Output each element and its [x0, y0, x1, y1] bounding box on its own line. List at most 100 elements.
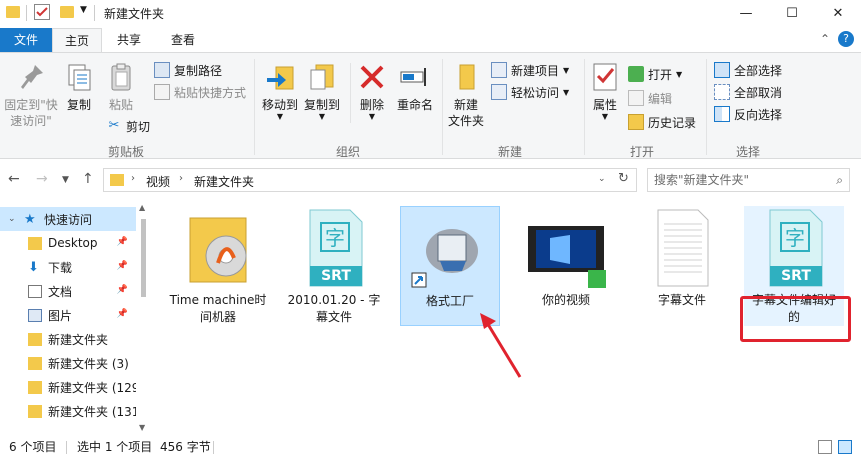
minimize-button[interactable]: — [723, 0, 769, 26]
move-to-icon [264, 61, 296, 93]
recent-locations-icon[interactable]: ▼ [62, 175, 69, 185]
folder-icon [28, 404, 42, 418]
easy-access-button[interactable]: 轻松访问 ▼ [491, 83, 569, 101]
tab-share[interactable]: 共享 [106, 28, 152, 52]
close-button[interactable]: ✕ [815, 0, 861, 26]
download-icon: ⬇ [28, 259, 39, 275]
folder-icon [110, 174, 124, 186]
delete-button[interactable]: 删除 ▼ [356, 61, 388, 121]
scroll-down-icon[interactable]: ▼ [139, 423, 145, 432]
tab-view[interactable]: 查看 [160, 28, 206, 52]
open-button[interactable]: 打开 ▼ [628, 65, 682, 83]
breadcrumb-segment[interactable]: 新建文件夹 [194, 173, 254, 190]
expand-ribbon-icon[interactable]: ⌃ [820, 32, 830, 46]
nav-item-documents[interactable]: 文档 📌 [0, 279, 136, 303]
folder-icon [28, 356, 42, 370]
large-icons-view-icon[interactable] [838, 440, 852, 454]
breadcrumb-segment[interactable]: 视频 [146, 173, 170, 190]
chevron-down-icon[interactable]: ⌄ [598, 174, 606, 184]
pin-icon: 📌 [116, 237, 128, 247]
file-item[interactable]: 字 SRT 2010.01.20 - 字 幕文件 [284, 206, 384, 326]
folder-icon [6, 6, 20, 18]
maximize-button[interactable]: ☐ [769, 0, 815, 26]
nav-item-folder[interactable]: 新建文件夹 (129 [0, 375, 136, 399]
search-icon: ⌕ [836, 173, 843, 187]
move-to-button[interactable]: 移动到 ▼ [259, 61, 301, 121]
file-item-selected[interactable]: 格式工厂 [400, 206, 500, 326]
copy-path-button[interactable]: 复制路径 [154, 61, 222, 79]
scissors-icon: ✂ [108, 118, 120, 133]
new-item-icon [491, 62, 507, 78]
scroll-up-icon[interactable]: ▲ [139, 203, 145, 212]
back-arrow-icon[interactable]: ← [8, 171, 20, 187]
new-folder-button[interactable]: 新建 文件夹 [446, 61, 486, 129]
chevron-down-icon[interactable]: ⌄ [8, 214, 16, 224]
search-input[interactable]: 搜索"新建文件夹" ⌕ [647, 168, 850, 192]
select-all-button[interactable]: 全部选择 [714, 61, 782, 79]
address-bar[interactable]: › 视频 › 新建文件夹 ⌄ ↻ [103, 168, 637, 192]
group-label-select: 选择 [735, 145, 760, 159]
nav-item-folder[interactable]: 新建文件夹 (131 [0, 399, 136, 423]
divider [66, 441, 67, 454]
delete-icon [356, 61, 388, 93]
pin-label: 固定到"快 速访问" [4, 98, 58, 128]
new-folder-quick-icon[interactable] [60, 6, 74, 18]
edit-button[interactable]: 编辑 [628, 89, 672, 107]
window-title: 新建文件夹 [104, 7, 165, 21]
selection-count: 选中 1 个项目 [77, 440, 153, 454]
file-item[interactable]: 你的视频 [516, 206, 616, 326]
properties-button[interactable]: 属性 ▼ [588, 61, 622, 121]
nav-item-downloads[interactable]: ⬇ 下载 📌 [0, 255, 136, 279]
rename-button[interactable]: 重命名 [393, 61, 437, 113]
srt-file-icon: 字 SRT [294, 208, 374, 288]
forward-arrow-icon[interactable]: → [36, 171, 48, 187]
copy-path-icon [154, 62, 170, 78]
nav-scrollbar[interactable]: ▲ ▼ [136, 203, 150, 435]
customize-toolbar-icon[interactable]: ▼ [80, 5, 87, 15]
invert-selection-button[interactable]: 反向选择 [714, 105, 782, 123]
nav-item-quick-access[interactable]: ⌄ ★ 快速访问 [0, 207, 136, 231]
pin-icon [15, 61, 47, 93]
properties-icon [589, 61, 621, 93]
video-file-icon [526, 208, 606, 288]
help-icon[interactable]: ? [838, 31, 854, 47]
file-item[interactable]: Time machine时 间机器 [168, 206, 268, 326]
nav-item-folder[interactable]: 新建文件夹 (3) [0, 351, 136, 375]
navigation-bar: ← → ▼ ↑ › 视频 › 新建文件夹 ⌄ ↻ 搜索"新建文件夹" ⌕ [0, 165, 861, 195]
details-view-icon[interactable] [818, 440, 832, 454]
copy-to-button[interactable]: 复制到 ▼ [301, 61, 343, 121]
refresh-icon[interactable]: ↻ [618, 171, 629, 186]
group-label-open: 打开 [629, 145, 654, 159]
tab-home[interactable]: 主页 [52, 28, 102, 53]
tab-file[interactable]: 文件 [0, 28, 52, 52]
chevron-right-icon[interactable]: › [131, 173, 135, 184]
pin-icon: 📌 [116, 309, 128, 319]
select-none-icon [714, 84, 730, 100]
nav-item-pictures[interactable]: 图片 📌 [0, 303, 136, 327]
paste-button[interactable]: 粘贴 [104, 61, 138, 113]
cut-button[interactable]: ✂ 剪切 [106, 117, 150, 135]
new-folder-icon [450, 61, 482, 93]
edit-icon [628, 90, 644, 106]
scrollbar-thumb[interactable] [141, 219, 146, 297]
copy-button[interactable]: 复制 [62, 61, 96, 113]
paste-label: 粘贴 [108, 98, 133, 112]
group-label-new: 新建 [497, 145, 522, 159]
document-icon [28, 284, 42, 298]
ribbon: 固定到"快 速访问" 复制 粘贴 复制路径 粘贴快捷方式 ✂ 剪切 剪贴板 移动… [0, 52, 861, 159]
file-item[interactable]: 字幕文件 [632, 206, 732, 326]
copy-to-icon [306, 61, 338, 93]
divider [254, 59, 255, 155]
chevron-right-icon[interactable]: › [179, 173, 183, 184]
select-none-button[interactable]: 全部取消 [714, 83, 782, 101]
pin-quick-access-button[interactable]: 固定到"快 速访问" [2, 61, 60, 129]
properties-quick-icon[interactable] [34, 4, 50, 20]
new-item-button[interactable]: 新建项目 ▼ [491, 61, 569, 79]
paste-shortcut-button[interactable]: 粘贴快捷方式 [154, 83, 246, 101]
copy-icon [63, 61, 95, 93]
folder-icon [28, 332, 42, 346]
history-button[interactable]: 历史记录 [628, 113, 696, 131]
nav-item-folder[interactable]: 新建文件夹 [0, 327, 136, 351]
nav-item-desktop[interactable]: Desktop 📌 [0, 231, 136, 255]
up-arrow-icon[interactable]: ↑ [82, 171, 94, 187]
